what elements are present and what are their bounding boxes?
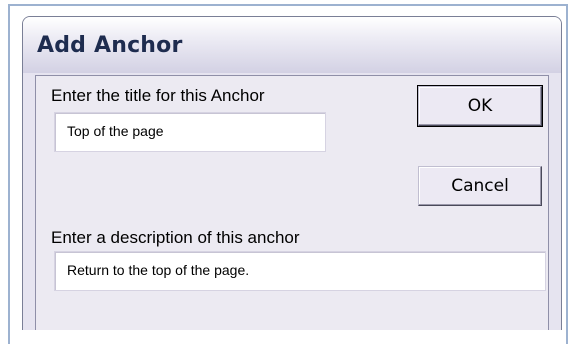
ok-button[interactable]: OK xyxy=(417,85,543,127)
anchor-title-input[interactable]: Top of the page xyxy=(54,112,326,152)
anchor-description-input[interactable]: Return to the top of the page. xyxy=(54,251,546,291)
dialog-title: Add Anchor xyxy=(37,33,183,58)
dialog-content: Enter the title for this Anchor Top of t… xyxy=(35,75,549,330)
anchor-description-label: Enter a description of this anchor xyxy=(51,228,300,247)
add-anchor-dialog: Add Anchor Enter the title for this Anch… xyxy=(22,16,562,330)
cancel-button[interactable]: Cancel xyxy=(418,166,542,206)
anchor-title-label: Enter the title for this Anchor xyxy=(51,86,265,105)
dialog-titlebar[interactable]: Add Anchor xyxy=(23,17,561,73)
